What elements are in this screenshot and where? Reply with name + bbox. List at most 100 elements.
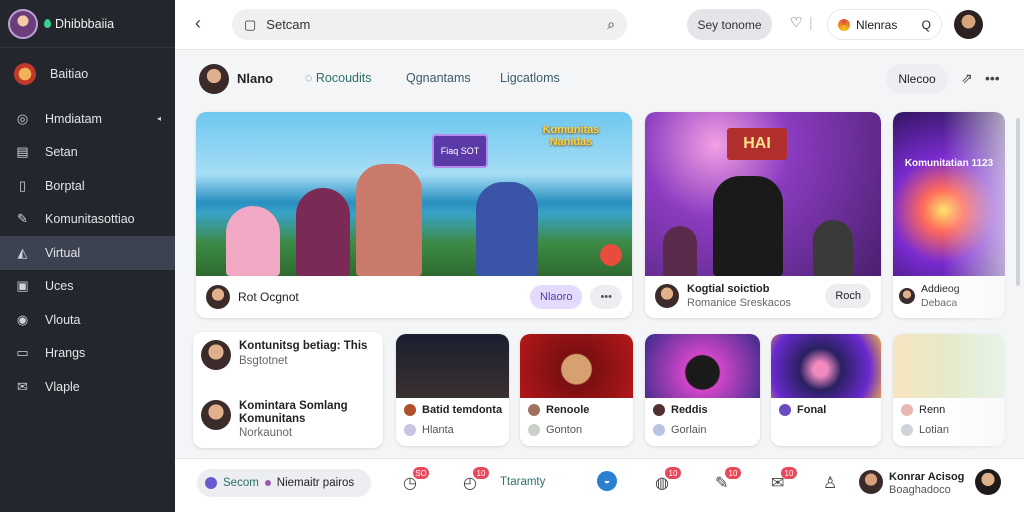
featured-card[interactable]: Fiaq SOT Komunitas Nanidas Rot Ocgnot Nl…: [196, 112, 632, 318]
globe-icon[interactable]: ◍ 10: [655, 467, 681, 493]
sidebar-item-label: Virtual: [45, 245, 81, 260]
sidebar-item-borptal[interactable]: ▯ Borptal: [0, 169, 175, 203]
video-card[interactable]: Renoole Gonton: [520, 334, 633, 446]
sidebar-item-virtual[interactable]: ◭ Virtual: [0, 236, 175, 270]
bottom-pill[interactable]: Secom Niemaitr pairos: [197, 469, 371, 497]
user-icon[interactable]: ♙: [823, 473, 837, 493]
video-card[interactable]: Fonal: [771, 334, 881, 446]
tag-button[interactable]: Roch: [825, 284, 871, 308]
search-input[interactable]: Setcam: [266, 17, 310, 32]
list-item[interactable]: Kontunitsg betiag: This Bsgtotnet: [201, 340, 367, 370]
card-sub: Hlanta: [422, 424, 454, 436]
info-icon: [653, 424, 665, 436]
search-icon[interactable]: ⌕: [607, 16, 615, 33]
pill-label: Niemaitr pairos: [276, 477, 355, 489]
avatar[interactable]: [206, 285, 230, 309]
primary-button[interactable]: Sey tonome: [687, 9, 772, 40]
main-area: ‹ ▢ Setcam ⌕ Sey tonome ♡ | Nlenras Q Nl…: [175, 0, 1024, 512]
avatar[interactable]: [199, 64, 229, 94]
user-avatar[interactable]: [975, 469, 1001, 495]
search-bar[interactable]: ▢ Setcam ⌕: [232, 9, 627, 40]
sidebar-item-vlaple[interactable]: ✉ Vlaple: [0, 370, 175, 404]
more-icon[interactable]: •••: [985, 70, 1000, 86]
app-icon: [205, 477, 217, 489]
person-figure: [226, 206, 280, 276]
sidebar-item-setan[interactable]: ▤ Setan: [0, 136, 175, 170]
avatar: [528, 404, 540, 416]
ring-icon: ◉: [16, 311, 29, 327]
notification-badge: SO: [413, 467, 429, 479]
profile-name: Nlano: [237, 71, 274, 86]
flame-icon: [838, 18, 850, 31]
featured-image: HAI: [645, 112, 881, 276]
user-sub: Boaghadoco: [889, 484, 951, 497]
video-card[interactable]: Reddis Gorlain: [645, 334, 760, 446]
avatar[interactable]: [859, 470, 883, 494]
center-label[interactable]: Ttaramty: [500, 476, 545, 488]
sidebar-item-vlouta[interactable]: ◉ Vlouta: [0, 303, 175, 337]
compass-icon: ◎: [16, 110, 29, 126]
notification-badge: 10: [473, 467, 489, 479]
video-thumbnail: [645, 334, 760, 398]
featured-card[interactable]: HAI Kogtial soictiob Romanice Sreskacos …: [645, 112, 881, 318]
avatar: [901, 404, 913, 416]
notification-badge: 10: [665, 467, 681, 479]
video-card[interactable]: Batid temdonta Hlanta: [396, 334, 509, 446]
screen-icon: ▭: [16, 345, 29, 361]
grid-icon: ▤: [16, 144, 29, 160]
sidebar-item-label: Baitiao: [50, 67, 89, 81]
person-figure: [663, 226, 697, 276]
list-item[interactable]: Komintara Somlang Komunitans Norkaunot: [201, 400, 359, 439]
avatar[interactable]: [899, 288, 915, 304]
caret-left-icon[interactable]: ◂: [157, 114, 161, 123]
sidebar-item-label: Komunitasottiao: [45, 212, 135, 227]
top-chip[interactable]: Nlenras Q: [827, 9, 942, 40]
card-author: Kogtial soictiob: [687, 283, 770, 295]
sidebar-item-komunitas[interactable]: ✎ Komunitasottiao: [0, 203, 175, 237]
info-icon: [901, 424, 913, 436]
clock-icon[interactable]: ◷ SO: [403, 467, 429, 493]
title-art: HAI: [727, 128, 787, 160]
chat-bubble-icon: ▢: [244, 16, 257, 32]
info-icon: [528, 424, 540, 436]
refresh-icon[interactable]: ◴ 10: [463, 467, 489, 493]
sidebar-item-label: Hrangs: [45, 346, 86, 361]
notification-badge: 10: [725, 467, 741, 479]
sign-board: Fiaq SOT: [432, 134, 488, 168]
more-button[interactable]: •••: [590, 285, 622, 309]
profile-avatar[interactable]: [8, 8, 38, 39]
tag-button[interactable]: Nlaoro: [530, 285, 583, 309]
info-icon: [404, 424, 416, 436]
tab-rocoudits[interactable]: ◌ Rocoudits: [305, 71, 372, 85]
tab-ligcatloms[interactable]: Ligcatloms: [500, 71, 560, 85]
sidebar-item-baitiao[interactable]: Baitiao: [0, 48, 175, 100]
person-figure: [296, 188, 350, 276]
user-avatar[interactable]: [954, 10, 983, 39]
shield-icon[interactable]: ◒: [597, 471, 617, 491]
card-title: Renn: [919, 404, 946, 416]
card-author: Rot Ocgnot: [238, 290, 299, 304]
sidebar-item-label: Vlaple: [45, 379, 80, 394]
mail-icon[interactable]: ✉ 10: [771, 467, 797, 493]
sidebar-item-hmdiatam[interactable]: ◎ Hmdiatam ◂: [0, 102, 175, 136]
card-title: Reddis: [671, 404, 708, 416]
sidebar-item-uces[interactable]: ▣ Uces: [0, 270, 175, 304]
thumbs-up-icon[interactable]: ♡: [790, 14, 803, 31]
play-icon[interactable]: [600, 244, 622, 266]
sidebar-item-hrangs[interactable]: ▭ Hrangs: [0, 337, 175, 371]
avatar: [201, 400, 231, 430]
sidebar-title: Dhibbbaiia: [55, 16, 115, 31]
search-icon[interactable]: Q: [922, 18, 931, 32]
divider: |: [809, 14, 813, 30]
avatar: [779, 404, 791, 416]
back-arrow-icon[interactable]: ‹: [195, 13, 201, 34]
pen-icon[interactable]: ✎ 10: [715, 467, 741, 493]
location-pin-icon: [44, 19, 51, 28]
avatar[interactable]: [655, 284, 679, 308]
subbar-button[interactable]: Nlecoo: [886, 64, 948, 94]
scrollbar[interactable]: [1016, 118, 1020, 286]
person-figure: [713, 176, 783, 276]
tab-qgnantams[interactable]: Qgnantams: [406, 71, 471, 85]
user-name: Konrar Acisog: [889, 471, 965, 483]
share-icon[interactable]: ⇗: [961, 70, 973, 87]
